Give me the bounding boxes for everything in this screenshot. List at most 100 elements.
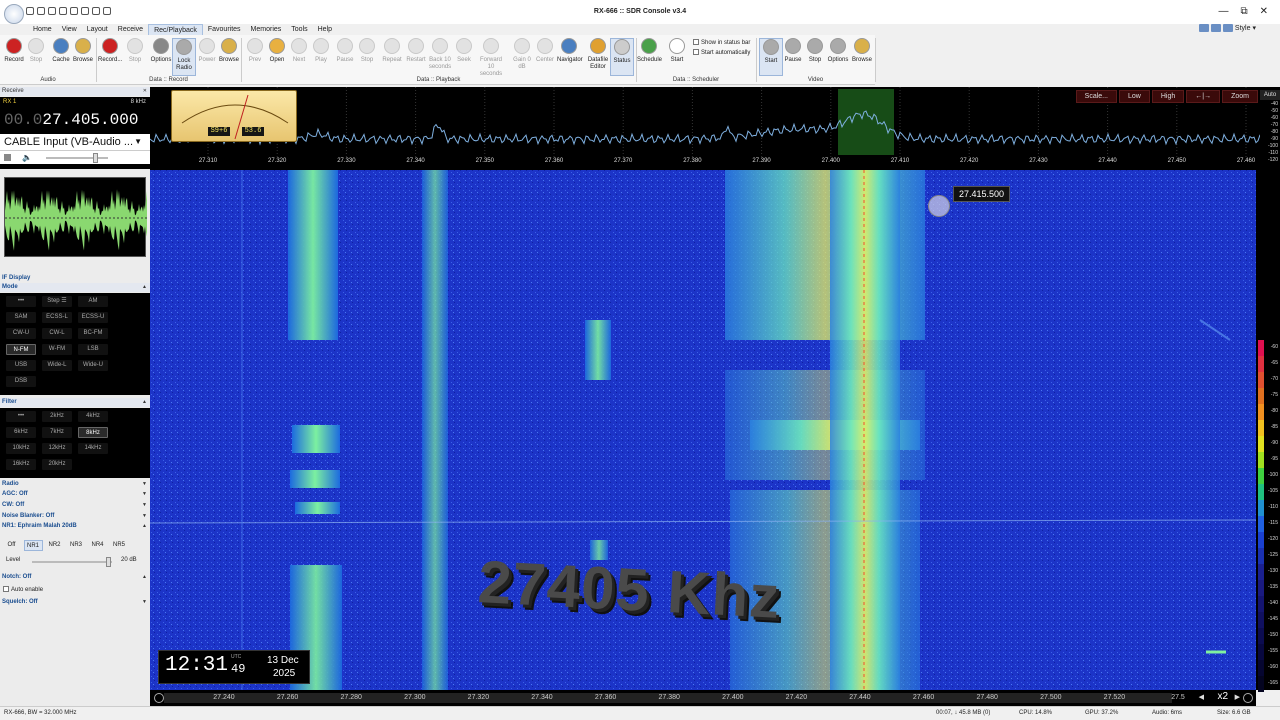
- scroll-right-icon[interactable]: ▶: [1235, 693, 1240, 701]
- spectrum-tab[interactable]: Zoom: [1222, 90, 1258, 103]
- squelch-row[interactable]: Squelch: Off ▼: [0, 598, 150, 607]
- close-icon[interactable]: ✕: [143, 87, 147, 96]
- mode-usb-button[interactable]: USB: [6, 360, 36, 371]
- ribbon-datafile-editor-button[interactable]: Datafile Editor: [586, 38, 610, 71]
- filter---button[interactable]: •••: [6, 411, 36, 422]
- ribbon-power-button[interactable]: Power: [195, 38, 219, 64]
- filter-2khz-button[interactable]: 2kHz: [42, 411, 72, 422]
- ribbon-browse-button[interactable]: Browse: [850, 38, 874, 64]
- menu-memories[interactable]: Memories: [246, 24, 287, 35]
- bars-icon[interactable]: [4, 154, 11, 161]
- checkbox-icon[interactable]: [3, 586, 9, 592]
- filter-20khz-button[interactable]: 20kHz: [42, 459, 72, 470]
- mode-am-button[interactable]: AM: [78, 296, 108, 307]
- ribbon-next-button[interactable]: Next: [287, 38, 311, 64]
- ribbon-browse-button[interactable]: Browse: [71, 38, 95, 64]
- mode-wide-l-button[interactable]: Wide-L: [42, 360, 72, 371]
- expand-icon[interactable]: ▼: [142, 490, 147, 499]
- ribbon-browse-button[interactable]: Browse: [217, 38, 241, 64]
- nr-nr5-button[interactable]: NR5: [110, 540, 129, 551]
- filter-16khz-button[interactable]: 16kHz: [6, 459, 36, 470]
- mode-cw-l-button[interactable]: CW-L: [42, 328, 72, 339]
- filter-passband[interactable]: [838, 89, 894, 155]
- collapse-icon[interactable]: ▲: [142, 573, 147, 582]
- level-slider-thumb[interactable]: [106, 557, 111, 567]
- cw-row[interactable]: CW: Off ▼: [0, 501, 150, 510]
- filter-6khz-button[interactable]: 6kHz: [6, 427, 36, 438]
- mode-ecss-l-button[interactable]: ECSS-L: [42, 312, 72, 323]
- filter-7khz-button[interactable]: 7kHz: [42, 427, 72, 438]
- nr-nr4-button[interactable]: NR4: [88, 540, 107, 551]
- ribbon-checkbox[interactable]: Show in status bar: [693, 39, 750, 46]
- ribbon-record--button[interactable]: Record...: [98, 38, 122, 64]
- target-icon[interactable]: [1243, 693, 1253, 703]
- agc-row[interactable]: AGC: Off ▼: [0, 490, 150, 499]
- spectrum-tab[interactable]: Low: [1119, 90, 1150, 103]
- expand-icon[interactable]: ▼: [142, 598, 147, 607]
- collapse-icon[interactable]: ▼: [142, 480, 147, 489]
- collapse-icon[interactable]: ▲: [142, 283, 147, 292]
- ribbon-start-button[interactable]: Start: [665, 38, 689, 64]
- ribbon-options-button[interactable]: Options: [826, 38, 850, 64]
- ribbon-open-button[interactable]: Open: [265, 38, 289, 64]
- filter-14khz-button[interactable]: 14kHz: [78, 443, 108, 454]
- ribbon-stop-button[interactable]: Stop: [24, 38, 48, 64]
- filter-4khz-button[interactable]: 4kHz: [78, 411, 108, 422]
- volume-slider-thumb[interactable]: [92, 153, 98, 163]
- mode-step--button[interactable]: Step ☰: [42, 296, 72, 307]
- layout-icon[interactable]: [1210, 24, 1221, 32]
- mode-w-fm-button[interactable]: W-FM: [42, 344, 72, 355]
- filter-10khz-button[interactable]: 10kHz: [6, 443, 36, 454]
- ribbon-stop-button[interactable]: Stop: [803, 38, 827, 64]
- notch-row[interactable]: Notch: Off ▲: [0, 573, 150, 582]
- ribbon-seek-button[interactable]: Seek: [452, 38, 476, 64]
- collapse-icon[interactable]: ▲: [142, 522, 147, 531]
- expand-icon[interactable]: ▼: [142, 512, 147, 521]
- auto-button[interactable]: Auto: [1260, 90, 1280, 100]
- if-display-header[interactable]: IF Display: [0, 274, 150, 283]
- menu-receive[interactable]: Receive: [113, 24, 148, 35]
- noise-blanker-row[interactable]: Noise Blanker: Off ▼: [0, 512, 150, 521]
- ribbon-pause-button[interactable]: Pause: [781, 38, 805, 64]
- menu-favourites[interactable]: Favourites: [203, 24, 246, 35]
- speaker-icon[interactable]: 🔈: [22, 153, 32, 162]
- menu-layout[interactable]: Layout: [82, 24, 113, 35]
- mode---button[interactable]: •••: [6, 296, 36, 307]
- mode-n-fm-button[interactable]: N-FM: [6, 344, 36, 355]
- nr-nr3-button[interactable]: NR3: [67, 540, 86, 551]
- mode-cw-u-button[interactable]: CW-U: [6, 328, 36, 339]
- frequency-display[interactable]: 00.027.405.000: [4, 111, 138, 129]
- spectrum-tab[interactable]: Scale...: [1075, 90, 1118, 103]
- filter-12khz-button[interactable]: 12kHz: [42, 443, 72, 454]
- ribbon-lock-radio-button[interactable]: Lock Radio: [172, 38, 196, 76]
- zoom-level[interactable]: x2: [1217, 691, 1228, 702]
- minimize-icon[interactable]: —: [1218, 6, 1228, 17]
- ribbon-checkbox[interactable]: Start automatically: [693, 49, 750, 56]
- ribbon-prev-button[interactable]: Prev: [243, 38, 267, 64]
- ribbon-status-button[interactable]: Status: [610, 38, 634, 76]
- filter-8khz-button[interactable]: 8kHz: [78, 427, 108, 438]
- target-icon[interactable]: [154, 693, 164, 703]
- layout-icon[interactable]: [1198, 24, 1209, 32]
- level-slider[interactable]: [32, 557, 112, 567]
- audio-input-select[interactable]: CABLE Input (VB-Audio ... ▼: [0, 134, 150, 150]
- layout-icon[interactable]: [1222, 24, 1233, 32]
- ribbon-back-10-seconds-button[interactable]: Back 10 seconds: [428, 38, 452, 71]
- ribbon-forward-10-seconds-button[interactable]: Forward 10 seconds: [479, 38, 503, 78]
- checkbox-icon[interactable]: [693, 39, 699, 45]
- ribbon-repeat-button[interactable]: Repeat: [380, 38, 404, 64]
- mode-ecss-u-button[interactable]: ECSS-U: [78, 312, 108, 323]
- checkbox-icon[interactable]: [693, 49, 699, 55]
- ribbon-navigator-button[interactable]: Navigator: [557, 38, 583, 64]
- ribbon-gain-0-db-button[interactable]: Gain 0 dB: [510, 38, 534, 71]
- spectrum-tab[interactable]: High: [1151, 90, 1185, 103]
- mode-header[interactable]: Mode ▲: [0, 283, 150, 292]
- volume-slider[interactable]: [46, 153, 108, 163]
- radio-header[interactable]: Radio ▼: [0, 480, 150, 489]
- ribbon-options-button[interactable]: Options: [149, 38, 173, 64]
- spectrum-tab[interactable]: ←|→: [1186, 90, 1221, 103]
- style-selector[interactable]: Style ▾: [1198, 24, 1256, 32]
- menu-rec-playback[interactable]: Rec/Playback: [148, 24, 203, 35]
- scroll-left-icon[interactable]: ◀: [1199, 693, 1204, 701]
- spectrum-display[interactable]: S9+6 53.6 Scale... Low High ←|→ Zoom Auto 27…: [150, 87, 1280, 170]
